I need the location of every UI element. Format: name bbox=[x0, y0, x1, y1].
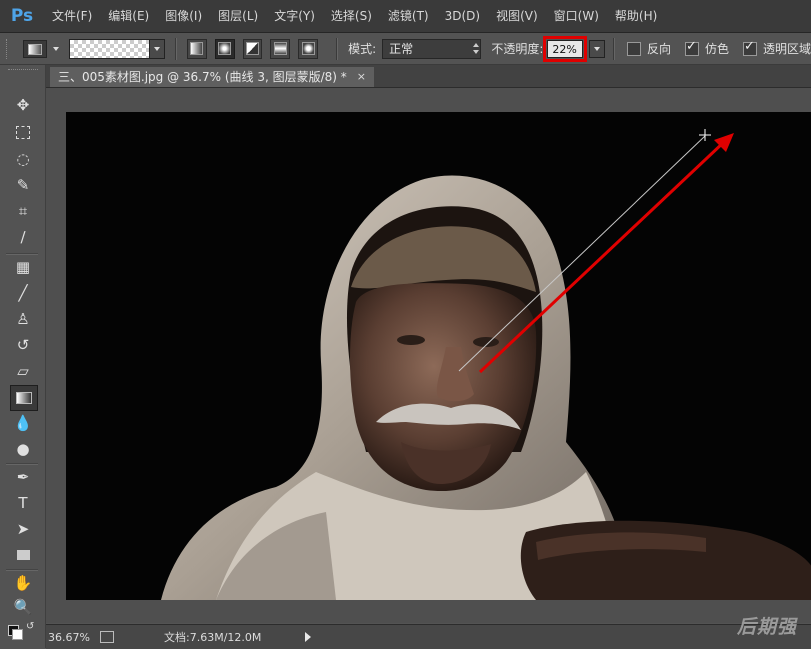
menu-select[interactable]: 选择(S) bbox=[323, 0, 380, 32]
document-tab[interactable]: 三、005素材图.jpg @ 36.7% (曲线 3, 图层蒙版/8) * × bbox=[50, 67, 375, 87]
reflected-gradient-button[interactable] bbox=[270, 38, 291, 59]
swap-colors-icon[interactable]: ↺ bbox=[26, 621, 34, 632]
zoom-icon[interactable]: 🔍 bbox=[10, 595, 36, 619]
dither-checkbox[interactable]: 仿色 bbox=[684, 39, 729, 57]
divider bbox=[336, 37, 339, 60]
opacity-input[interactable]: 22% bbox=[543, 35, 588, 62]
lasso-icon[interactable]: ◌ bbox=[10, 147, 36, 171]
brush-icon[interactable]: ╱ bbox=[10, 281, 36, 305]
mode-label: 模式: bbox=[348, 42, 377, 56]
close-icon[interactable]: × bbox=[357, 67, 366, 87]
document-tab-bar: 三、005素材图.jpg @ 36.7% (曲线 3, 图层蒙版/8) * × bbox=[46, 65, 811, 88]
gradient-dropdown-button[interactable] bbox=[149, 38, 165, 59]
marquee-icon[interactable] bbox=[10, 120, 36, 144]
eraser-icon[interactable]: ▱ bbox=[10, 359, 36, 383]
blur-icon[interactable]: 💧 bbox=[10, 411, 36, 435]
photoshop-logo: Ps bbox=[10, 6, 34, 26]
history-brush-icon[interactable]: ↺ bbox=[10, 333, 36, 357]
chevron-down-icon[interactable] bbox=[52, 46, 59, 51]
menu-type[interactable]: 文字(Y) bbox=[266, 0, 323, 32]
reflected-gradient-icon bbox=[273, 42, 287, 55]
options-bar: 模式: 正常 不透明度: 22% 反向 仿色 透明区域 bbox=[0, 33, 811, 65]
dodge-icon[interactable]: ● bbox=[10, 437, 36, 461]
menu-file[interactable]: 文件(F) bbox=[44, 0, 100, 32]
tool-preset-picker[interactable] bbox=[22, 39, 47, 58]
pen-icon[interactable]: ✒ bbox=[10, 465, 36, 489]
chevron-down-icon bbox=[594, 46, 601, 51]
radial-gradient-icon bbox=[218, 42, 232, 55]
background-color-swatch[interactable] bbox=[12, 629, 23, 640]
photo-canvas[interactable] bbox=[66, 112, 811, 600]
document-info: 文档:7.63M/12.0M bbox=[164, 631, 262, 644]
options-grip[interactable] bbox=[6, 38, 11, 59]
angle-gradient-icon bbox=[246, 42, 260, 55]
rectangle-icon[interactable] bbox=[10, 543, 36, 567]
transparency-label: 透明区域 bbox=[763, 42, 811, 56]
angle-gradient-button[interactable] bbox=[242, 38, 263, 59]
watermark-logo: 后期强 bbox=[736, 616, 797, 638]
checkbox-reverse[interactable] bbox=[626, 41, 641, 56]
menu-view[interactable]: 视图(V) bbox=[488, 0, 546, 32]
crop-icon[interactable]: ⌗ bbox=[10, 199, 36, 223]
mode-value: 正常 bbox=[389, 41, 414, 56]
menu-window[interactable]: 窗口(W) bbox=[546, 0, 607, 32]
mode-select[interactable]: 正常 bbox=[382, 38, 482, 59]
gradient-swatch[interactable] bbox=[68, 38, 151, 59]
menu-3d[interactable]: 3D(D) bbox=[437, 0, 488, 32]
diamond-gradient-icon bbox=[301, 42, 315, 55]
checkbox-dither[interactable] bbox=[684, 39, 699, 56]
chevron-down-icon bbox=[153, 46, 160, 51]
transparency-checkbox[interactable]: 透明区域 bbox=[743, 39, 811, 57]
path-select-icon[interactable]: ➤ bbox=[10, 517, 36, 541]
foreground-background-colors[interactable]: ↺ bbox=[6, 621, 38, 645]
opacity-dropdown-button[interactable] bbox=[589, 39, 605, 58]
menu-image[interactable]: 图像(I) bbox=[157, 0, 210, 32]
menu-bar: Ps 文件(F) 编辑(E) 图像(I) 图层(L) 文字(Y) 选择(S) 滤… bbox=[0, 0, 811, 33]
checkbox-transparency[interactable] bbox=[743, 39, 757, 56]
menu-help[interactable]: 帮助(H) bbox=[607, 0, 665, 32]
export-icon[interactable] bbox=[100, 631, 114, 643]
reverse-checkbox[interactable]: 反向 bbox=[626, 40, 671, 57]
toolbox-grip[interactable] bbox=[8, 69, 38, 74]
toolbox: ✥ ◌ ✎ ⌗ ∕ ▦ ╱ ♙ ↺ ▱ 💧 ● ✒ T ➤ ✋ 🔍 ↺ bbox=[0, 65, 46, 648]
healing-brush-icon[interactable]: ▦ bbox=[10, 255, 36, 279]
radial-gradient-button[interactable] bbox=[214, 38, 235, 59]
linear-gradient-icon bbox=[190, 42, 204, 55]
document-tab-title: 三、005素材图.jpg @ 36.7% (曲线 3, 图层蒙版/8) * bbox=[58, 70, 347, 84]
portrait-image bbox=[66, 112, 811, 600]
zoom-level[interactable]: 36.67% bbox=[48, 631, 94, 644]
gradient-icon[interactable] bbox=[10, 385, 38, 411]
eyedropper-icon[interactable]: ∕ bbox=[10, 225, 36, 249]
type-icon[interactable]: T bbox=[10, 491, 36, 515]
linear-gradient-button[interactable] bbox=[186, 38, 207, 59]
canvas-area[interactable] bbox=[46, 88, 811, 623]
menu-edit[interactable]: 编辑(E) bbox=[100, 0, 157, 32]
status-bar: 36.67% 文档:7.63M/12.0M bbox=[46, 624, 811, 649]
menu-filter[interactable]: 滤镜(T) bbox=[380, 0, 437, 32]
menu-layer[interactable]: 图层(L) bbox=[210, 0, 266, 32]
hand-icon[interactable]: ✋ bbox=[10, 571, 36, 595]
divider bbox=[612, 37, 615, 60]
status-menu-arrow-icon[interactable] bbox=[305, 632, 312, 642]
reverse-label: 反向 bbox=[646, 42, 671, 56]
opacity-label: 不透明度: bbox=[491, 42, 544, 56]
divider bbox=[174, 37, 177, 60]
clone-stamp-icon[interactable]: ♙ bbox=[10, 307, 36, 331]
dither-label: 仿色 bbox=[704, 42, 729, 56]
diamond-gradient-button[interactable] bbox=[298, 38, 319, 59]
move-icon[interactable]: ✥ bbox=[10, 93, 36, 117]
quick-select-icon[interactable]: ✎ bbox=[10, 173, 36, 197]
